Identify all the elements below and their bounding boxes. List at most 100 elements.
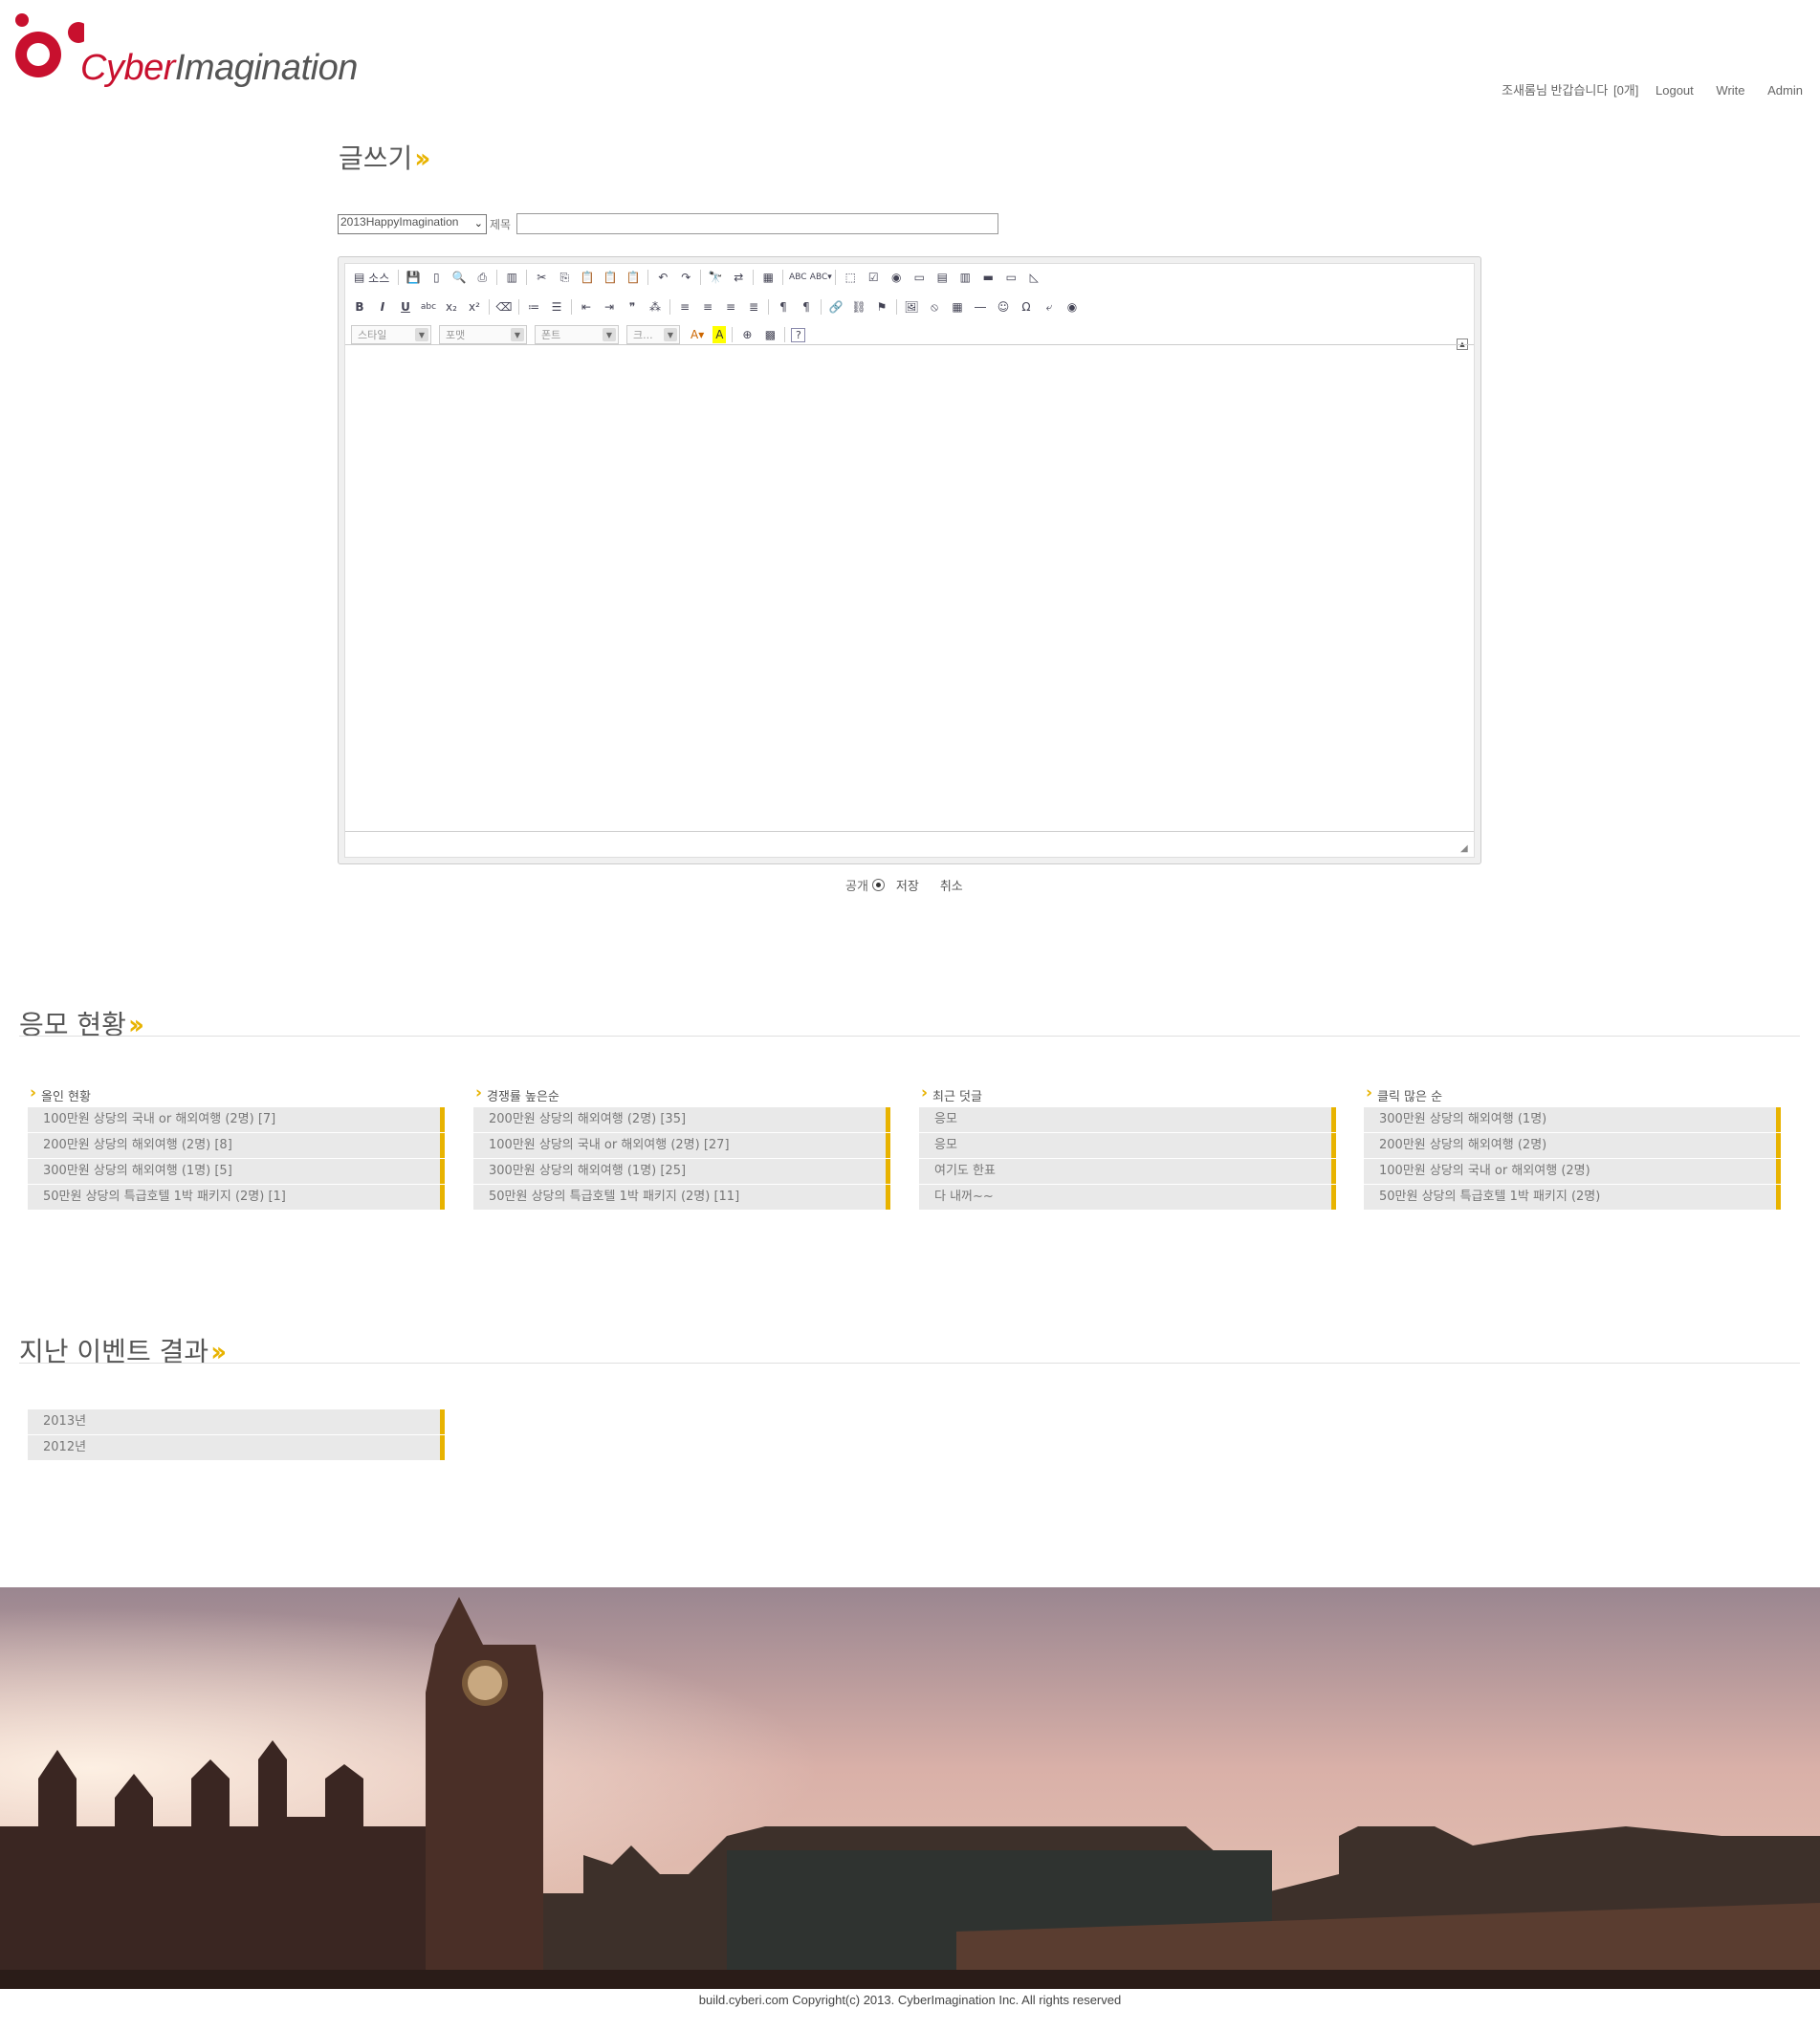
cityscape-icon — [0, 1587, 1820, 1989]
redo-icon[interactable]: ↷ — [677, 269, 694, 286]
resize-grip-icon[interactable]: ◢ — [1460, 843, 1472, 855]
table-icon[interactable]: ▦ — [949, 298, 966, 316]
title-input[interactable] — [516, 213, 998, 234]
preview-icon[interactable]: 🔍 — [450, 269, 468, 286]
hidden-field-icon[interactable]: ◺ — [1025, 269, 1042, 286]
spellcheck-dropdown-icon[interactable]: ABC▾ — [810, 269, 832, 286]
cancel-button[interactable]: 취소 — [940, 876, 963, 894]
list-item[interactable]: 200만원 상당의 해외여행 (2명) [8] — [28, 1133, 445, 1158]
select-all-icon[interactable]: ▦ — [759, 269, 777, 286]
format-combo[interactable]: 포맷 ▼ — [439, 325, 527, 344]
board-select[interactable]: 2013HappyImagination ⌄ — [338, 214, 487, 234]
list-item[interactable]: 2013년 — [28, 1409, 445, 1434]
align-right-icon[interactable]: ≡ — [722, 298, 739, 316]
page-break-icon[interactable]: ⤶ — [1041, 298, 1058, 316]
spellcheck-icon[interactable]: ABC — [789, 269, 806, 286]
indent-icon[interactable]: ⇥ — [601, 298, 618, 316]
list-item[interactable]: 100만원 상당의 국내 or 해외여행 (2명) [7] — [28, 1107, 445, 1132]
public-radio[interactable] — [871, 879, 885, 891]
templates-icon[interactable]: ▥ — [503, 269, 520, 286]
list-item[interactable]: 100만원 상당의 국내 or 해외여행 (2명) [27] — [473, 1133, 890, 1158]
strike-icon[interactable]: abc — [420, 298, 437, 316]
list-item[interactable]: 2012년 — [28, 1435, 445, 1460]
align-justify-icon[interactable]: ≣ — [745, 298, 762, 316]
bg-color-icon[interactable]: A — [713, 326, 727, 343]
form-icon[interactable]: ⬚ — [842, 269, 859, 286]
logo[interactable]: CyberImagination — [8, 11, 358, 88]
image-button-icon[interactable]: ▭ — [1002, 269, 1020, 286]
superscript-icon[interactable]: x² — [466, 298, 483, 316]
logout-link[interactable]: Logout — [1656, 83, 1694, 98]
rtl-icon[interactable]: ¶ — [798, 298, 815, 316]
bold-icon[interactable]: B — [351, 298, 368, 316]
style-combo[interactable]: 스타일 ▼ — [351, 325, 431, 344]
help-icon[interactable]: ? — [791, 327, 806, 342]
size-combo[interactable]: 크... ▼ — [626, 325, 680, 344]
smiley-icon[interactable]: ☺ — [995, 298, 1012, 316]
subscript-icon[interactable]: x₂ — [443, 298, 460, 316]
print-icon[interactable]: ⎙ — [473, 269, 491, 286]
greeting-text: 조새롬님 반갑습니다 — [1502, 83, 1609, 98]
checkbox-icon[interactable]: ☑ — [865, 269, 882, 286]
list-item[interactable]: 200만원 상당의 해외여행 (2명) — [1364, 1133, 1781, 1158]
cut-icon[interactable]: ✂ — [533, 269, 550, 286]
blockquote-icon[interactable]: ❞ — [624, 298, 641, 316]
iframe-icon[interactable]: ◉ — [1063, 298, 1081, 316]
message-count[interactable]: [0개] — [1613, 83, 1638, 98]
write-link[interactable]: Write — [1716, 83, 1744, 98]
image-icon[interactable]: 🖼 — [903, 298, 920, 316]
textfield-icon[interactable]: ▭ — [910, 269, 928, 286]
numbered-list-icon[interactable]: ≔ — [525, 298, 542, 316]
ltr-icon[interactable]: ¶ — [775, 298, 792, 316]
align-left-icon[interactable]: ≡ — [676, 298, 693, 316]
bullet-list-icon[interactable]: ☰ — [548, 298, 565, 316]
editor-body: ▤ 소스 💾 ▯ 🔍 ⎙ ▥ ✂ ⎘ 📋 📋 📋 ↶ ↷ 🔭 ⇄ ▦ ABC A… — [344, 263, 1475, 858]
underline-icon[interactable]: U — [397, 298, 414, 316]
list-item[interactable]: 300만원 상당의 해외여행 (1명) — [1364, 1107, 1781, 1132]
paste-word-icon[interactable]: 📋 — [625, 269, 642, 286]
list-item[interactable]: 50만원 상당의 특급호텔 1박 패키지 (2명) [1] — [28, 1185, 445, 1210]
save-doc-icon[interactable]: 💾 — [405, 269, 422, 286]
anchor-icon[interactable]: ⚑ — [873, 298, 890, 316]
list-item[interactable]: 다 내꺼~~ — [919, 1185, 1336, 1210]
paste-icon[interactable]: 📋 — [579, 269, 596, 286]
list-item[interactable]: 여기도 한표 — [919, 1159, 1336, 1184]
horizontal-rule-icon[interactable]: ― — [972, 298, 989, 316]
outdent-icon[interactable]: ⇤ — [578, 298, 595, 316]
flash-icon[interactable]: ⦸ — [926, 298, 943, 316]
italic-icon[interactable]: I — [374, 298, 391, 316]
list-item[interactable]: 300만원 상당의 해외여행 (1명) [25] — [473, 1159, 890, 1184]
special-char-icon[interactable]: Ω — [1018, 298, 1035, 316]
replace-icon[interactable]: ⇄ — [730, 269, 747, 286]
unlink-icon[interactable]: ⛓ — [850, 298, 867, 316]
list-item[interactable]: 100만원 상당의 국내 or 해외여행 (2명) — [1364, 1159, 1781, 1184]
paste-text-icon[interactable]: 📋 — [602, 269, 619, 286]
new-page-icon[interactable]: ▯ — [428, 269, 445, 286]
list-item[interactable]: 응모 — [919, 1107, 1336, 1132]
maximize-icon[interactable]: ⊕ — [738, 326, 756, 343]
undo-icon[interactable]: ↶ — [654, 269, 671, 286]
font-combo[interactable]: 폰트 ▼ — [535, 325, 619, 344]
editor-content-area[interactable] — [345, 344, 1474, 832]
source-button[interactable]: ▤ 소스 — [351, 269, 392, 286]
list-item[interactable]: 300만원 상당의 해외여행 (1명) [5] — [28, 1159, 445, 1184]
link-icon[interactable]: 🔗 — [827, 298, 844, 316]
show-blocks-icon[interactable]: ▩ — [761, 326, 778, 343]
admin-link[interactable]: Admin — [1767, 83, 1803, 98]
remove-format-icon[interactable]: ⌫ — [495, 298, 513, 316]
div-icon[interactable]: ⁂ — [647, 298, 664, 316]
select-field-icon[interactable]: ▥ — [956, 269, 974, 286]
save-button[interactable]: 저장 — [896, 876, 919, 894]
rich-text-editor: ▤ 소스 💾 ▯ 🔍 ⎙ ▥ ✂ ⎘ 📋 📋 📋 ↶ ↷ 🔭 ⇄ ▦ ABC A… — [338, 256, 1481, 864]
button-field-icon[interactable]: ▬ — [979, 269, 997, 286]
list-item[interactable]: 200만원 상당의 해외여행 (2명) [35] — [473, 1107, 890, 1132]
copy-icon[interactable]: ⎘ — [556, 269, 573, 286]
text-color-icon[interactable]: A▾ — [688, 326, 707, 343]
align-center-icon[interactable]: ≡ — [699, 298, 716, 316]
radio-icon[interactable]: ◉ — [888, 269, 905, 286]
find-icon[interactable]: 🔭 — [707, 269, 724, 286]
textarea-icon[interactable]: ▤ — [933, 269, 951, 286]
list-item[interactable]: 응모 — [919, 1133, 1336, 1158]
list-item[interactable]: 50만원 상당의 특급호텔 1박 패키지 (2명) [11] — [473, 1185, 890, 1210]
list-item[interactable]: 50만원 상당의 특급호텔 1박 패키지 (2명) — [1364, 1185, 1781, 1210]
